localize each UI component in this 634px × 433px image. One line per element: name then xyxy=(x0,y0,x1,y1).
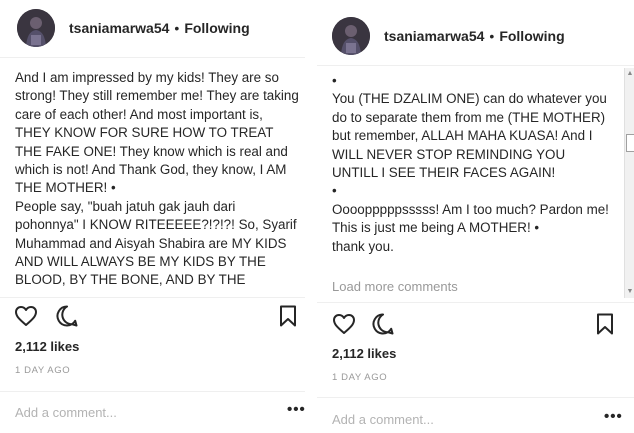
header-separator: • xyxy=(489,28,495,44)
header-divider xyxy=(0,57,305,58)
post-timestamp[interactable]: 1 DAY AGO xyxy=(15,365,70,376)
caption-divider xyxy=(317,302,634,303)
bookmark-icon[interactable] xyxy=(593,312,617,336)
scroll-up-arrow-icon[interactable]: ▲ xyxy=(626,69,634,79)
post-header: tsaniamarwa54 • Following xyxy=(317,14,634,58)
avatar-image xyxy=(17,9,55,47)
likes-count[interactable]: 2,112 likes xyxy=(332,346,396,361)
post-header: tsaniamarwa54 • Following xyxy=(0,6,305,50)
avatar-image xyxy=(332,17,370,55)
post-caption: • You (THE DZALIM ONE) can do whatever y… xyxy=(332,73,609,254)
more-options-button[interactable]: ••• xyxy=(287,401,306,418)
username-link[interactable]: tsaniamarwa54 xyxy=(69,20,169,36)
add-comment-input[interactable]: Add a comment... xyxy=(15,405,117,420)
load-more-comments-link[interactable]: Load more comments xyxy=(332,279,458,294)
post-timestamp[interactable]: 1 DAY AGO xyxy=(332,372,387,383)
post-caption: And I am impressed by my kids! They are … xyxy=(15,70,299,292)
scroll-thumb[interactable] xyxy=(626,134,634,152)
heart-icon[interactable] xyxy=(14,304,38,328)
likes-count[interactable]: 2,112 likes xyxy=(15,339,79,354)
comment-divider xyxy=(0,391,305,392)
header-separator: • xyxy=(174,20,180,36)
heart-icon[interactable] xyxy=(332,312,356,336)
caption-divider xyxy=(0,297,305,298)
comment-bubble-icon[interactable] xyxy=(371,312,395,336)
following-button[interactable]: Following xyxy=(499,28,564,44)
following-button[interactable]: Following xyxy=(184,20,249,36)
avatar[interactable] xyxy=(17,9,55,47)
comment-divider xyxy=(317,397,634,398)
left-post-panel: tsaniamarwa54 • Following And I am impre… xyxy=(0,0,305,433)
add-comment-input[interactable]: Add a comment... xyxy=(332,412,434,427)
header-divider xyxy=(317,65,634,66)
scroll-down-arrow-icon[interactable]: ▼ xyxy=(626,287,634,297)
bookmark-icon[interactable] xyxy=(276,304,300,328)
username-link[interactable]: tsaniamarwa54 xyxy=(384,28,484,44)
comment-bubble-icon[interactable] xyxy=(55,304,79,328)
avatar[interactable] xyxy=(332,17,370,55)
caption-scrollbar[interactable]: ▲ ▼ xyxy=(624,68,634,298)
action-bar xyxy=(14,304,79,328)
more-options-button[interactable]: ••• xyxy=(604,408,623,425)
